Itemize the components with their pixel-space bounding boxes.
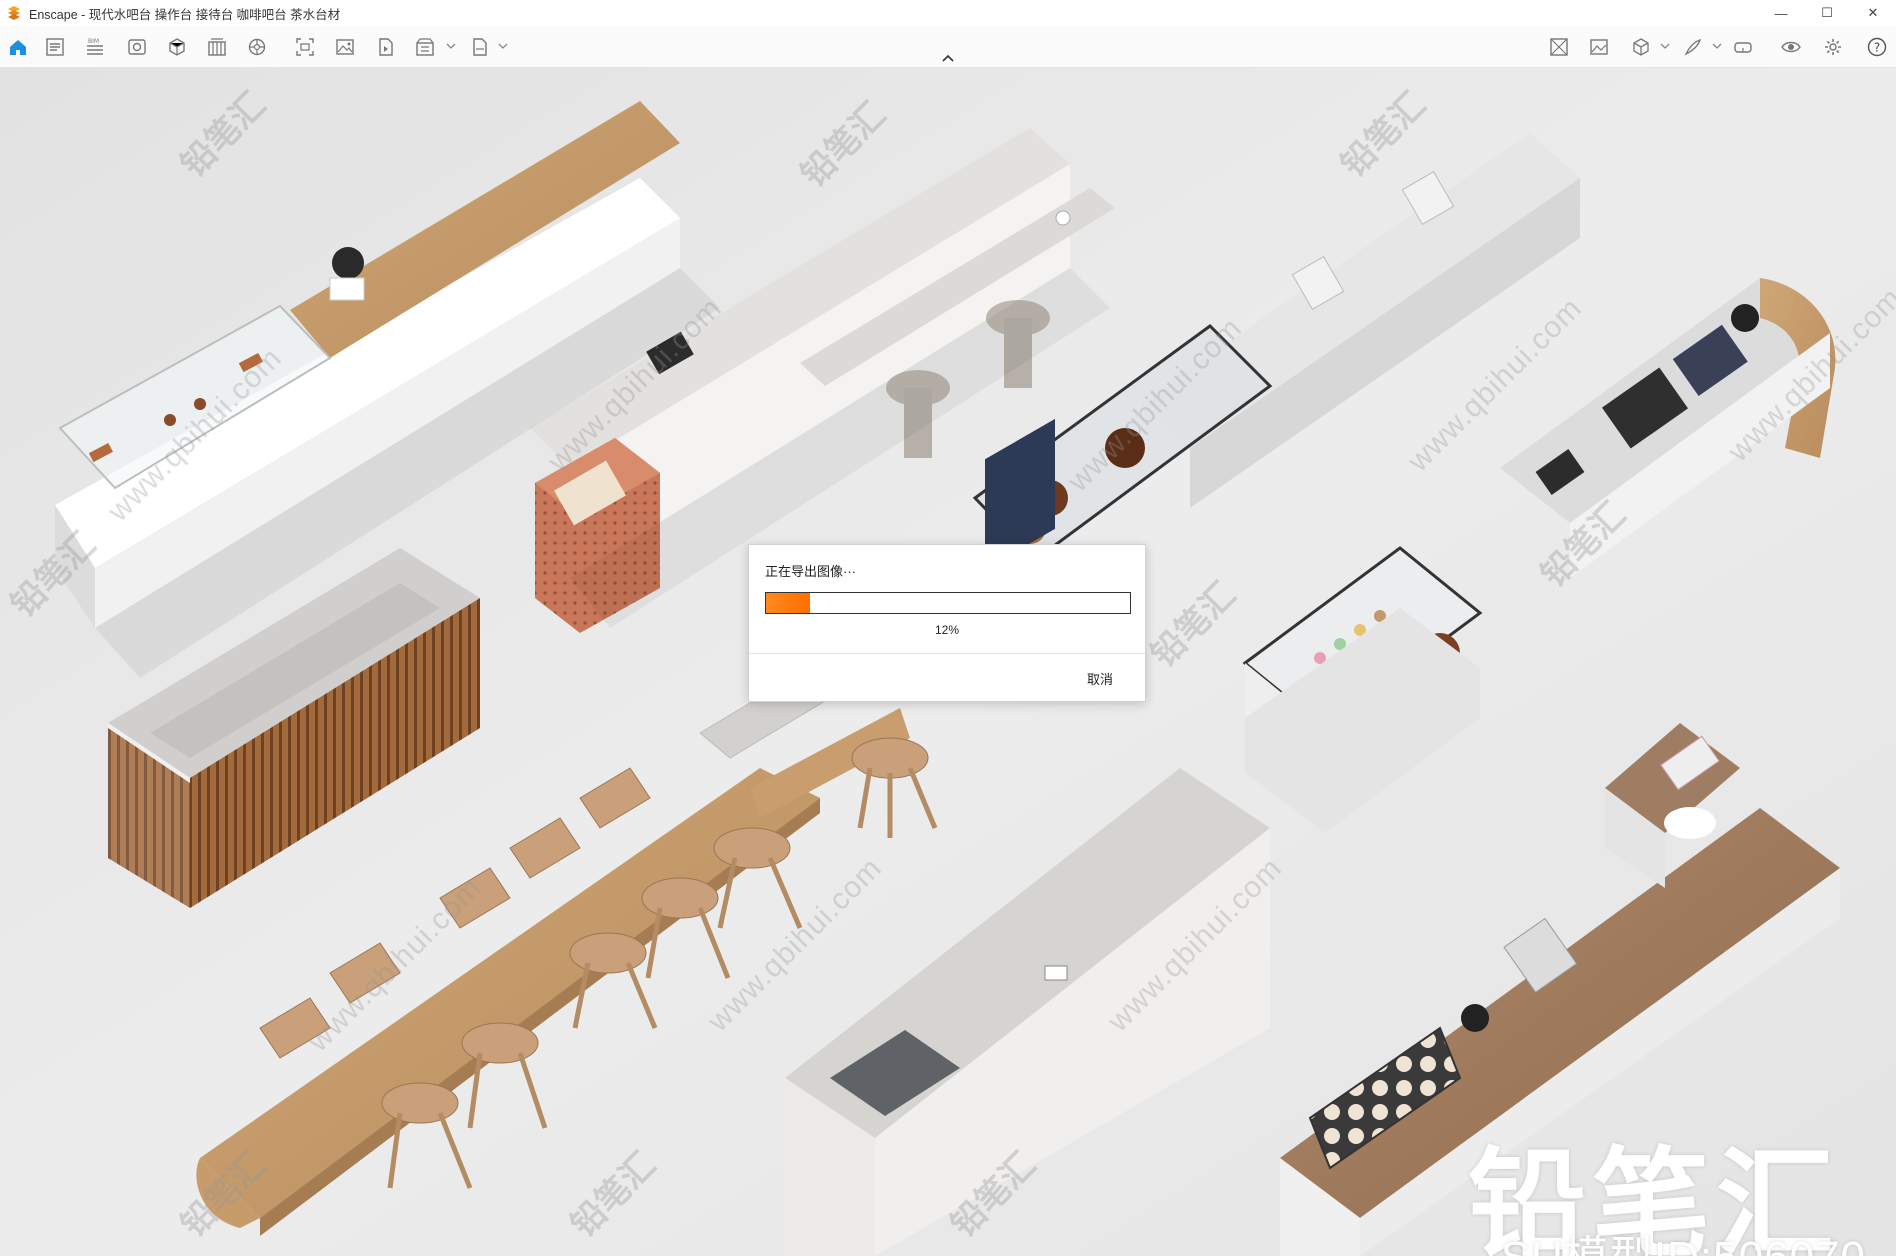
bim-button[interactable]: BIM <box>82 34 108 60</box>
properties-icon <box>46 38 64 56</box>
svg-text:BIM: BIM <box>88 38 99 45</box>
dialog-title: 正在导出图像··· <box>765 564 856 579</box>
bim-icon: BIM <box>87 38 103 55</box>
batch-render-button[interactable] <box>412 34 438 60</box>
cancel-button[interactable]: 取消 <box>1087 669 1113 688</box>
home-icon <box>10 40 26 55</box>
chevron-down-icon[interactable] <box>1712 40 1722 52</box>
chevron-down-icon[interactable] <box>446 40 456 52</box>
paint-icon <box>1684 38 1702 56</box>
paint-button[interactable] <box>1680 34 1706 60</box>
panorama-icon <box>248 38 266 56</box>
chevron-down-icon[interactable] <box>498 40 508 52</box>
screenshot-icon <box>296 38 314 56</box>
views-icon <box>1550 38 1568 56</box>
asset-library-button[interactable] <box>204 34 230 60</box>
close-button[interactable]: ✕ <box>1850 0 1896 26</box>
window-controls: — ☐ ✕ <box>1758 0 1896 26</box>
box-button[interactable] <box>1628 34 1654 60</box>
visual-settings-icon <box>128 39 146 55</box>
box-icon <box>1633 38 1649 56</box>
svg-text:?: ? <box>1874 41 1880 55</box>
vr-headset-icon <box>1734 42 1752 53</box>
vr-headset-button[interactable] <box>1730 34 1756 60</box>
screenshot-button[interactable] <box>292 34 318 60</box>
chevron-down-icon[interactable] <box>1660 40 1670 52</box>
window-title: Enscape - 现代水吧台 操作台 接待台 咖啡吧台 茶水台材 <box>29 7 341 22</box>
image-export-button[interactable] <box>332 34 358 60</box>
export-progress-dialog: 正在导出图像··· 12% 取消 <box>748 544 1146 702</box>
minimize-button[interactable]: — <box>1758 0 1804 26</box>
asset-library-icon <box>208 38 226 56</box>
image-button[interactable] <box>1586 34 1612 60</box>
settings-button[interactable] <box>1820 34 1846 60</box>
home-button[interactable] <box>5 34 31 60</box>
dialog-divider <box>749 653 1145 654</box>
collapse-toolbar-icon[interactable] <box>940 52 956 64</box>
video-editor-icon <box>379 38 393 56</box>
eye-icon <box>1781 41 1801 53</box>
export-button[interactable] <box>466 34 492 60</box>
video-editor-button[interactable] <box>372 34 398 60</box>
help-button[interactable]: ? <box>1864 34 1890 60</box>
export-icon <box>473 38 487 56</box>
enscape-logo-icon <box>8 6 20 20</box>
title-bar: Enscape - 现代水吧台 操作台 接待台 咖啡吧台 茶水台材 — ☐ ✕ <box>0 0 1896 26</box>
model-id-text: SU模型ID:506070 <box>1501 1221 1866 1256</box>
maximize-button[interactable]: ☐ <box>1804 0 1850 26</box>
progress-percent-label: 12% <box>934 623 960 637</box>
progress-bar-fill <box>766 593 810 613</box>
image-export-icon <box>336 39 354 55</box>
live-view-button[interactable] <box>1778 34 1804 60</box>
help-icon: ? <box>1867 37 1887 57</box>
visual-settings-button[interactable] <box>124 34 150 60</box>
views-button[interactable] <box>1546 34 1572 60</box>
panorama-button[interactable] <box>244 34 270 60</box>
materials-icon <box>169 38 185 56</box>
progress-bar <box>765 592 1131 614</box>
batch-render-icon <box>416 38 434 56</box>
settings-gear-icon <box>1825 39 1841 55</box>
properties-button[interactable] <box>42 34 68 60</box>
materials-button[interactable] <box>164 34 190 60</box>
image-icon <box>1590 39 1608 55</box>
